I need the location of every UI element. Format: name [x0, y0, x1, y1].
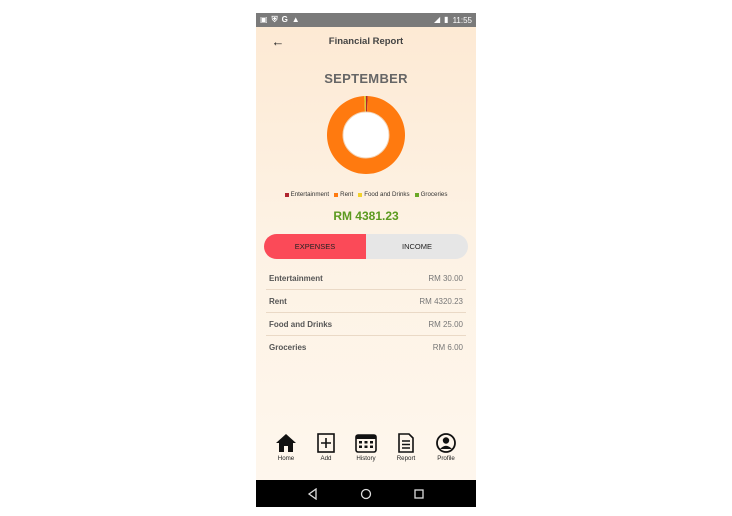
system-navigation-bar [256, 480, 476, 507]
item-label: Food and Drinks [269, 319, 333, 329]
donut-hole [342, 111, 390, 159]
legend-item: Rent [334, 191, 353, 198]
add-icon [317, 433, 335, 453]
nav-label: History [356, 455, 376, 462]
status-right-icons: ◢ ▮ 11:55 [434, 15, 472, 25]
legend-item: Food and Drinks [358, 191, 410, 198]
nav-history[interactable]: History [347, 427, 385, 469]
battery-icon: ▮ [444, 15, 449, 24]
expense-list: Entertainment RM 30.00 Rent RM 4320.23 F… [266, 267, 466, 359]
expense-income-toggle: EXPENSES INCOME [264, 234, 468, 259]
app-bar: ← Financial Report [256, 27, 476, 57]
item-amount: RM 25.00 [428, 319, 463, 329]
report-icon [398, 433, 414, 453]
legend-label: Groceries [420, 191, 448, 198]
nav-label: Profile [437, 455, 455, 462]
bottom-navigation: Home Add History Report Profile [256, 427, 476, 469]
image-icon: ▣ [260, 15, 268, 24]
calendar-icon [355, 434, 377, 453]
item-amount: RM 4320.23 [419, 296, 463, 306]
nav-label: Home [277, 455, 295, 462]
phone-screen: ▣ ⛨ G ▲ ◢ ▮ 11:55 ← Financial Report SEP… [256, 13, 476, 507]
warning-icon: ▲ [291, 15, 300, 24]
total-amount: RM 4381.23 [333, 209, 399, 223]
legend-item: Entertainment [284, 191, 330, 198]
item-amount: RM 30.00 [428, 273, 463, 283]
legend-label: Rent [340, 191, 354, 198]
status-bar: ▣ ⛨ G ▲ ◢ ▮ 11:55 [256, 13, 476, 27]
recents-icon[interactable] [412, 487, 426, 501]
tab-expenses[interactable]: EXPENSES [264, 234, 366, 259]
item-label: Groceries [269, 343, 307, 352]
legend-swatch [334, 192, 339, 197]
nav-add[interactable]: Add [307, 427, 345, 469]
chart-legend: Entertainment Rent Food and Drinks Grocerie… [256, 191, 476, 198]
legend-label: Food and Drinks [364, 191, 410, 198]
list-item[interactable]: Rent RM 4320.23 [266, 290, 466, 313]
home-icon [276, 434, 296, 452]
expense-donut-chart [327, 96, 405, 174]
nav-label: Add [320, 455, 332, 462]
legend-swatch [414, 192, 419, 197]
list-item[interactable]: Groceries RM 6.00 [266, 336, 466, 359]
page-title: Financial Report [328, 36, 404, 47]
list-item[interactable]: Food and Drinks RM 25.00 [266, 313, 466, 336]
home-circle-icon[interactable] [359, 487, 373, 501]
legend-swatch [284, 192, 289, 197]
month-title: SEPTEMBER [324, 71, 408, 86]
shield-icon: ⛨ [271, 15, 278, 24]
legend-label: Entertainment [290, 191, 330, 198]
list-item[interactable]: Entertainment RM 30.00 [266, 267, 466, 290]
legend-swatch [358, 192, 363, 197]
nav-profile[interactable]: Profile [427, 427, 465, 469]
nav-label: Report [396, 455, 416, 462]
item-label: Rent [269, 296, 287, 306]
nav-report[interactable]: Report [387, 427, 425, 469]
nav-home[interactable]: Home [267, 427, 305, 469]
item-label: Entertainment [269, 273, 323, 283]
legend-item: Groceries [414, 191, 448, 198]
back-icon[interactable] [306, 487, 320, 501]
item-amount: RM 6.00 [432, 343, 463, 352]
tab-income[interactable]: INCOME [366, 234, 468, 259]
profile-icon [436, 433, 456, 453]
signal-icon: ◢ [434, 15, 441, 24]
status-time: 11:55 [452, 15, 472, 25]
status-left-icons: ▣ ⛨ G ▲ [260, 15, 300, 25]
google-icon: G [281, 15, 288, 24]
